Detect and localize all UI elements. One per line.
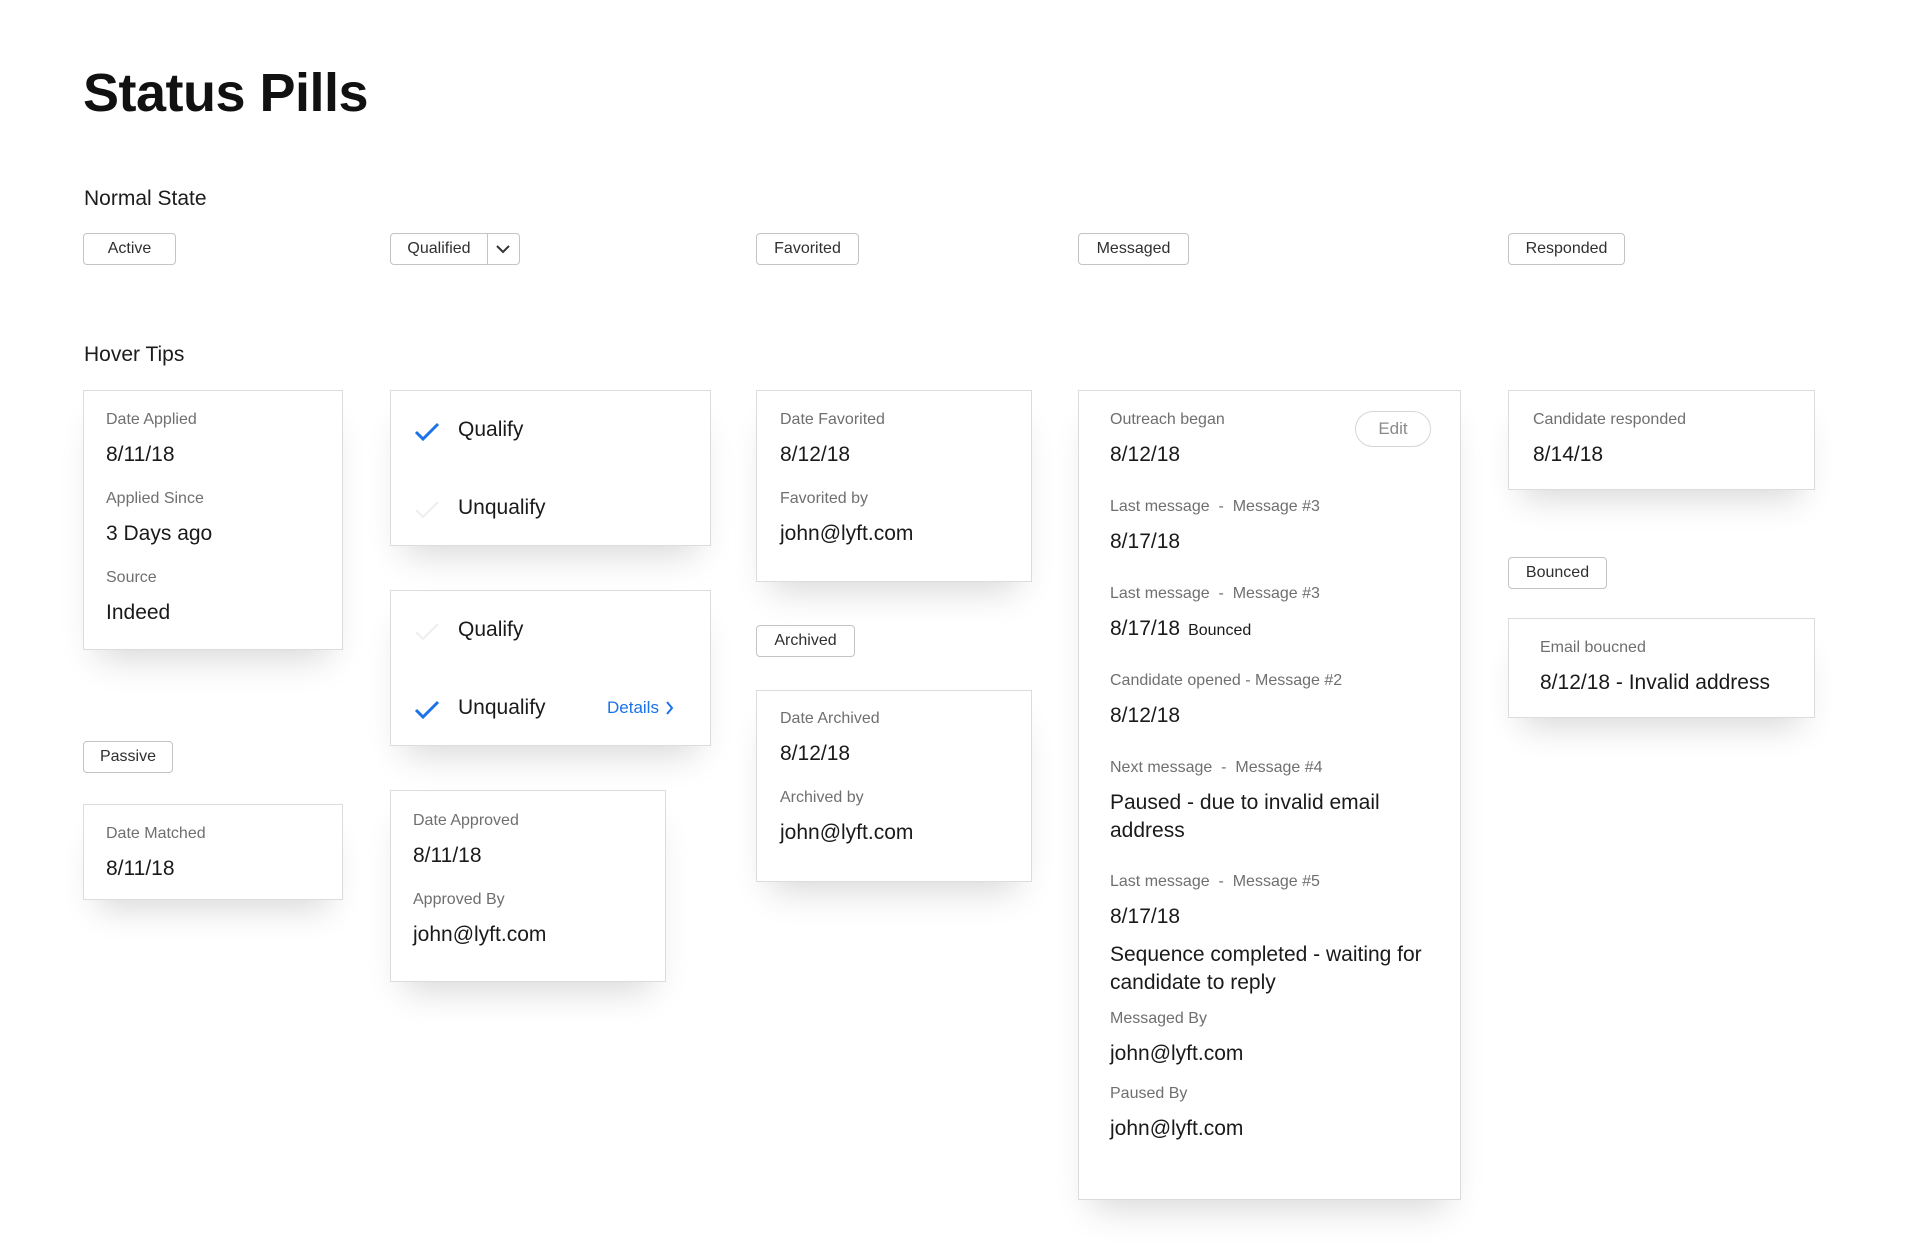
- edit-button[interactable]: Edit: [1355, 411, 1431, 447]
- pill-label: Bounced: [1525, 564, 1590, 581]
- favorited-by-label: Favorited by: [780, 490, 869, 507]
- bounced-badge: Bounced: [1188, 622, 1252, 639]
- candidate-opened-label: Candidate opened - Message #2: [1110, 672, 1343, 689]
- menu-item-qualify[interactable]: Qualify: [458, 418, 523, 442]
- next-message-label: Next message - Message #4: [1110, 759, 1323, 776]
- paused-by-value: john@lyft.com: [1110, 1117, 1244, 1140]
- source-label: Source: [106, 569, 157, 586]
- status-pill-archived[interactable]: Archived: [756, 625, 855, 657]
- date-applied-value: 8/11/18: [106, 443, 175, 466]
- matched-tooltip-card: Date Matched 8/11/18: [83, 804, 343, 900]
- section-title-hover-tips: Hover Tips: [84, 343, 185, 366]
- paused-by-label: Paused By: [1110, 1085, 1188, 1102]
- candidate-opened-value: 8/12/18: [1110, 704, 1181, 727]
- favorited-by-value: john@lyft.com: [780, 522, 914, 545]
- applied-since-value: 3 Days ago: [106, 522, 213, 545]
- approved-tooltip-card: Date Approved 8/11/18 Approved By john@l…: [390, 790, 666, 982]
- date-approved-value: 8/11/18: [413, 844, 482, 867]
- pill-label: Responded: [1525, 240, 1608, 257]
- pill-label: Passive: [99, 748, 157, 765]
- outreach-began-label: Outreach began: [1110, 411, 1225, 428]
- last-message-date: 8/17/18: [1110, 905, 1181, 928]
- pill-label: Active: [107, 240, 152, 257]
- status-pill-messaged[interactable]: Messaged: [1078, 233, 1189, 265]
- status-pill-active[interactable]: Active: [83, 233, 176, 265]
- status-pill-passive[interactable]: Passive: [83, 741, 173, 773]
- candidate-responded-value: 8/14/18: [1533, 443, 1604, 466]
- date-approved-label: Date Approved: [413, 812, 519, 829]
- date-archived-label: Date Archived: [780, 710, 880, 727]
- details-link[interactable]: Details: [607, 698, 674, 718]
- email-bounced-label: Email boucned: [1540, 639, 1646, 656]
- check-icon: [414, 700, 440, 720]
- chevron-right-icon: [666, 701, 674, 715]
- check-icon: [414, 422, 440, 442]
- email-bounced-value: 8/12/18 - Invalid address: [1540, 671, 1770, 694]
- approved-by-label: Approved By: [413, 891, 505, 908]
- menu-item-qualify[interactable]: Qualify: [458, 618, 523, 642]
- bounced-tooltip-card: Email boucned 8/12/18 - Invalid address: [1508, 618, 1815, 718]
- date-matched-label: Date Matched: [106, 825, 206, 842]
- menu-item-unqualify[interactable]: Unqualify: [458, 696, 546, 720]
- date-matched-value: 8/11/18: [106, 857, 175, 880]
- messaged-by-value: john@lyft.com: [1110, 1042, 1244, 1065]
- chevron-down-icon[interactable]: [486, 234, 519, 264]
- source-value: Indeed: [106, 601, 171, 624]
- section-title-normal-state: Normal State: [84, 187, 207, 210]
- last-message-label: Last message - Message #5: [1110, 873, 1320, 890]
- outreach-began-value: 8/12/18: [1110, 443, 1181, 466]
- candidate-responded-label: Candidate responded: [1533, 411, 1687, 428]
- applied-tooltip-card: Date Applied 8/11/18 Applied Since 3 Day…: [83, 390, 343, 650]
- pill-label: Archived: [774, 632, 837, 649]
- date-archived-value: 8/12/18: [780, 742, 851, 765]
- status-pill-bounced[interactable]: Bounced: [1508, 557, 1607, 589]
- status-pill-responded[interactable]: Responded: [1508, 233, 1625, 265]
- check-icon: [415, 501, 439, 519]
- last-message-date: 8/17/18: [1110, 530, 1181, 553]
- last-message-label: Last message - Message #3: [1110, 498, 1320, 515]
- menu-item-unqualify[interactable]: Unqualify: [458, 496, 546, 520]
- details-link-label: Details: [607, 698, 659, 717]
- messaged-tooltip-card: Edit Outreach began 8/12/18 Last message…: [1078, 390, 1461, 1200]
- pill-label: Favorited: [774, 240, 841, 257]
- status-pill-favorited[interactable]: Favorited: [756, 233, 859, 265]
- date-favorited-label: Date Favorited: [780, 411, 885, 428]
- page-title: Status Pills: [83, 63, 369, 123]
- unqualify-menu: Qualify Unqualify Details: [390, 590, 711, 746]
- archived-tooltip-card: Date Archived 8/12/18 Archived by john@l…: [756, 690, 1032, 882]
- approved-by-value: john@lyft.com: [413, 923, 547, 946]
- status-pill-qualified[interactable]: Qualified: [390, 233, 520, 265]
- last-message-date: 8/17/18 Bounced: [1110, 617, 1252, 640]
- responded-tooltip-card: Candidate responded 8/14/18: [1508, 390, 1815, 490]
- archived-by-value: john@lyft.com: [780, 821, 914, 844]
- archived-by-label: Archived by: [780, 789, 864, 806]
- messaged-by-label: Messaged By: [1110, 1010, 1207, 1027]
- pill-label: Qualified: [407, 240, 471, 257]
- sequence-status: Sequence completed - waiting for candida…: [1110, 943, 1422, 994]
- date-favorited-value: 8/12/18: [780, 443, 851, 466]
- last-message-label: Last message - Message #3: [1110, 585, 1320, 602]
- applied-since-label: Applied Since: [106, 490, 204, 507]
- favorited-tooltip-card: Date Favorited 8/12/18 Favorited by john…: [756, 390, 1032, 582]
- date-applied-label: Date Applied: [106, 411, 197, 428]
- check-icon: [415, 623, 439, 641]
- qualify-menu: Qualify Unqualify: [390, 390, 711, 546]
- pill-label: Messaged: [1096, 240, 1171, 257]
- next-message-status: Paused - due to invalid email address: [1110, 791, 1380, 842]
